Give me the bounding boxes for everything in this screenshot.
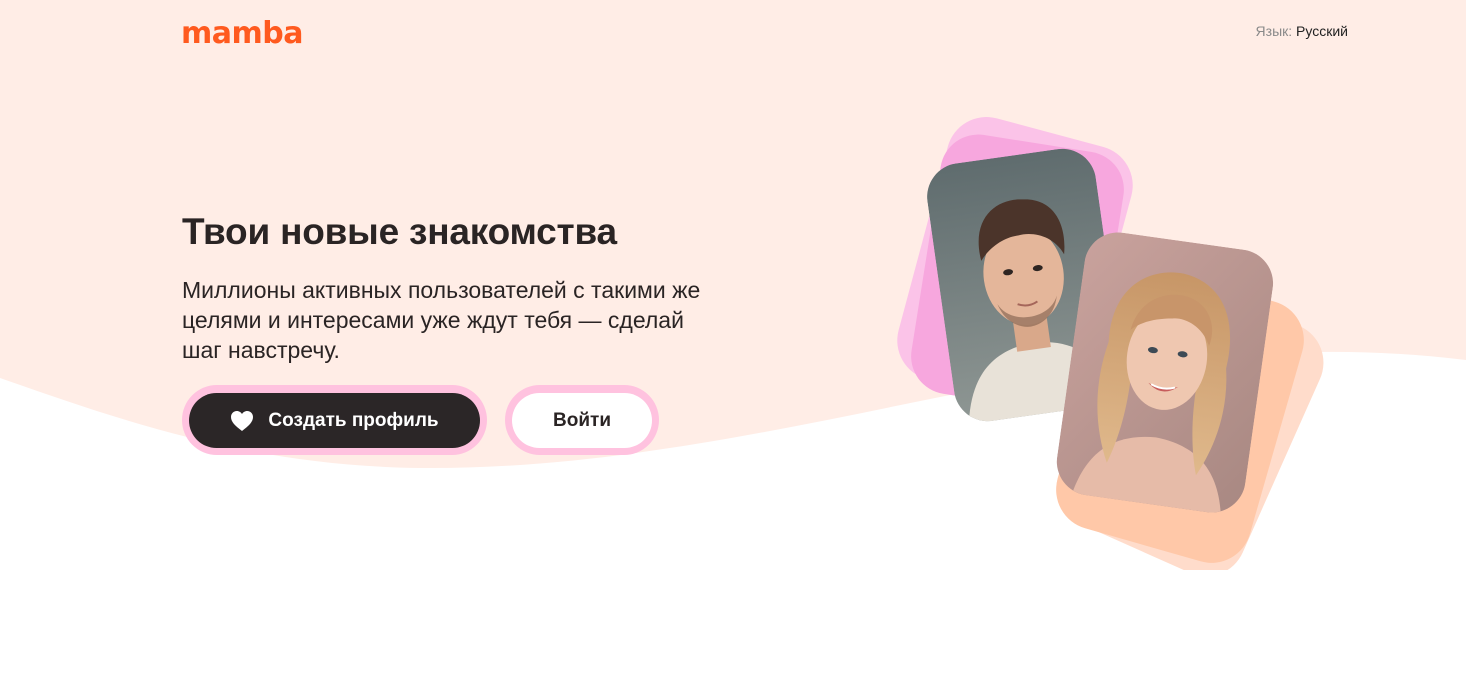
language-selector[interactable]: Язык: Русский (1256, 22, 1348, 40)
landing-page: mamba Язык: Русский Твои новые знакомств… (0, 0, 1466, 673)
woman-photo (1052, 228, 1278, 517)
login-button[interactable]: Войти (512, 393, 652, 448)
profile-cards-illustration (897, 117, 1324, 570)
logo[interactable]: mamba (181, 14, 303, 54)
heart-icon (231, 410, 254, 431)
language-label: Язык: (1255, 23, 1293, 39)
create-profile-label: Создать профиль (268, 409, 439, 431)
hero-subtitle: Миллионы активных пользователей с такими… (182, 277, 701, 363)
page-title: Твои новые знакомства (182, 211, 617, 252)
language-value: Русский (1296, 23, 1348, 39)
create-profile-button[interactable]: Создать профиль (189, 393, 480, 448)
